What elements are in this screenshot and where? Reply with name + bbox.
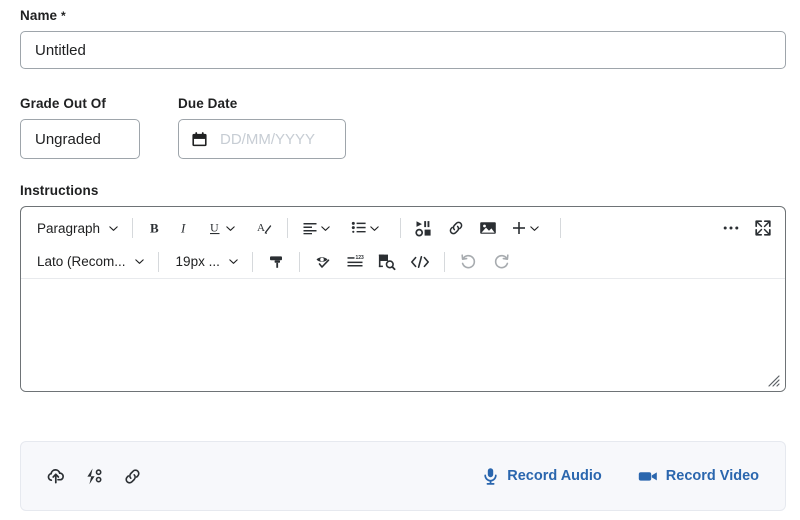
due-date-label: Due Date [178, 96, 238, 111]
required-asterisk: * [61, 9, 66, 23]
toolbar-divider [443, 251, 445, 272]
font-family-label: Lato (Recom... [37, 254, 126, 269]
svg-text:U: U [210, 221, 219, 235]
toolbar-divider [157, 251, 159, 272]
chevron-down-icon [369, 223, 380, 234]
editor-content-area[interactable] [21, 281, 785, 391]
calendar-icon[interactable] [191, 131, 208, 148]
fullscreen-button[interactable] [747, 214, 779, 242]
svg-text:123: 123 [355, 255, 364, 261]
instructions-field-group: Instructions Paragraph B I U A Lato (Rec… [20, 183, 786, 392]
chevron-down-icon [228, 256, 239, 267]
due-date-field-group: Due Date [178, 96, 346, 159]
record-video-label: Record Video [665, 468, 759, 484]
redo-button[interactable] [485, 248, 518, 276]
quicklink-button[interactable] [75, 457, 113, 495]
chevron-down-icon [529, 223, 540, 234]
chevron-down-icon [225, 223, 236, 234]
due-date-input[interactable] [218, 129, 332, 149]
record-video-button[interactable]: Record Video [628, 462, 769, 490]
more-options-button[interactable] [715, 214, 747, 242]
rich-text-editor: Paragraph B I U A Lato (Recom... 19px ..… [20, 206, 786, 392]
instructions-label: Instructions [20, 183, 99, 198]
name-input[interactable] [20, 31, 786, 69]
find-replace-button[interactable] [371, 248, 403, 276]
toolbar-divider [560, 218, 562, 238]
toolbar-divider [298, 251, 300, 272]
grade-input[interactable] [20, 119, 140, 159]
name-label: Name * [20, 8, 786, 23]
insert-media-button[interactable] [408, 214, 440, 242]
editor-toolbar-row-2: Lato (Recom... 19px ... 123 [21, 245, 785, 279]
source-code-button[interactable] [403, 248, 437, 276]
svg-text:A: A [257, 222, 265, 234]
font-size-label: 19px ... [175, 254, 220, 269]
toolbar-divider [287, 218, 289, 238]
font-family-select[interactable]: Lato (Recom... [27, 248, 151, 276]
insert-more-button[interactable] [504, 214, 553, 242]
toolbar-divider [251, 251, 253, 272]
font-size-select[interactable]: 19px ... [166, 248, 245, 276]
name-label-text: Name [20, 8, 58, 23]
chevron-down-icon [134, 256, 145, 267]
record-audio-label: Record Audio [507, 468, 602, 484]
svg-text:I: I [180, 221, 186, 236]
align-button[interactable] [295, 214, 344, 242]
text-color-button[interactable]: A [249, 214, 280, 242]
attach-link-button[interactable] [113, 457, 151, 495]
due-date-input-wrapper[interactable] [178, 119, 346, 159]
chevron-down-icon [108, 223, 119, 234]
insert-link-button[interactable] [440, 214, 472, 242]
toolbar-divider [400, 218, 402, 238]
format-painter-button[interactable] [260, 248, 292, 276]
record-audio-button[interactable]: Record Audio [472, 461, 612, 491]
list-button[interactable] [344, 214, 393, 242]
paragraph-format-label: Paragraph [37, 220, 101, 236]
assignment-form-page: Name * Grade Out Of Due Date Instruction… [0, 0, 800, 520]
upload-file-button[interactable] [37, 457, 75, 495]
insert-image-button[interactable] [472, 214, 504, 242]
undo-button[interactable] [452, 248, 485, 276]
paragraph-format-select[interactable]: Paragraph [27, 214, 125, 242]
italic-button[interactable]: I [170, 214, 200, 242]
name-field-group: Name * [20, 8, 786, 69]
resize-grip-icon[interactable] [766, 373, 780, 387]
editor-toolbar-row-1: Paragraph B I U A [21, 211, 785, 245]
word-count-button[interactable]: 123 [339, 248, 371, 276]
bold-button[interactable]: B [140, 214, 170, 242]
video-camera-icon [638, 469, 658, 483]
attachment-toolbar: Record Audio Record Video [20, 441, 786, 511]
toolbar-divider [132, 218, 134, 238]
grade-label: Grade Out Of [20, 96, 106, 111]
accessibility-checker-button[interactable] [307, 248, 339, 276]
grade-field-group: Grade Out Of [20, 96, 140, 159]
underline-button[interactable]: U [200, 214, 249, 242]
svg-text:B: B [150, 221, 159, 236]
microphone-icon [482, 467, 499, 485]
chevron-down-icon [320, 223, 331, 234]
